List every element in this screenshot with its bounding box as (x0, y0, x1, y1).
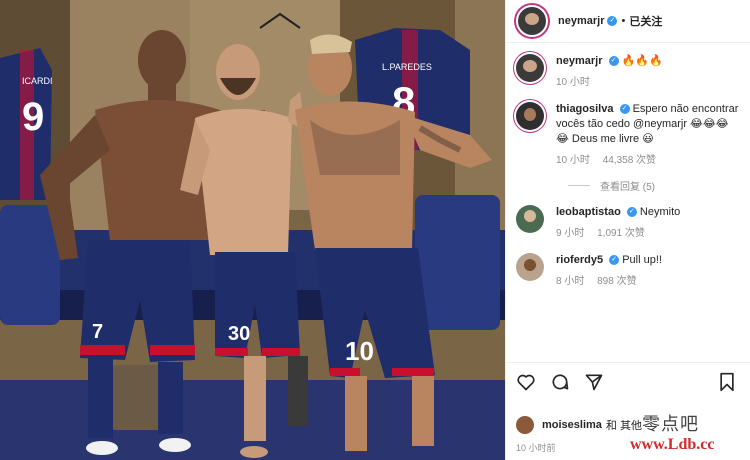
view-replies-button[interactable]: 查看回复 (5) (568, 178, 740, 193)
liker-avatar[interactable] (516, 416, 534, 434)
share-icon[interactable] (584, 372, 604, 397)
post-side-panel: neymarjr ✓ • 已关注 neymarjr ✓ 🔥🔥🔥 10 小时 th… (505, 0, 750, 460)
comment-text: Neymito (639, 206, 681, 218)
verified-icon: ✓ (626, 207, 637, 218)
jersey-number-left: 9 (22, 95, 44, 139)
liker-username[interactable]: moiseslima (542, 419, 602, 431)
comments-list[interactable]: neymarjr ✓ 🔥🔥🔥 10 小时 thiagosilva ✓ Esper… (506, 42, 750, 362)
comment-time[interactable]: 10 小时 (556, 155, 590, 166)
short-number-left: 7 (92, 321, 103, 343)
header-avatar[interactable] (516, 5, 548, 37)
comment-item: leobaptistao ✓ Neymito 9 小时 1,091 次赞 (516, 205, 740, 241)
bookmark-icon[interactable] (718, 372, 736, 397)
follow-state-button[interactable]: 已关注 (629, 13, 662, 29)
short-number-middle: 30 (228, 323, 250, 345)
verified-icon: ✓ (607, 16, 618, 26)
comment-username[interactable]: rioferdy5 (556, 254, 603, 266)
comment-text: Pull up!! (622, 254, 662, 266)
comment-username[interactable]: thiagosilva (556, 103, 613, 115)
header-dot: • (621, 15, 626, 27)
post-actions (506, 362, 750, 406)
post-header: neymarjr ✓ • 已关注 (506, 0, 750, 43)
jersey-name-right: L.PAREDES (382, 62, 432, 72)
caption-item: neymarjr ✓ 🔥🔥🔥 10 小时 (516, 54, 740, 90)
instagram-post-view: ICARDI 9 L.PAREDES 8 7 30 10 neymarjr ✓ … (0, 0, 750, 460)
comment-avatar[interactable] (516, 253, 544, 281)
comment-time[interactable]: 9 小时 (556, 228, 584, 239)
comment-username[interactable]: leobaptistao (556, 206, 621, 218)
comment-icon[interactable] (550, 372, 570, 397)
comment-likes[interactable]: 44,358 次赞 (603, 155, 656, 166)
comment-likes[interactable]: 1,091 次赞 (597, 228, 645, 239)
comment-time[interactable]: 8 小时 (556, 276, 584, 287)
caption-username[interactable]: neymarjr (556, 55, 602, 67)
comment-item: rioferdy5 ✓ Pull up!! 8 小时 898 次赞 (516, 253, 740, 289)
caption-text: 🔥🔥🔥 (621, 55, 663, 67)
heart-icon[interactable] (516, 372, 536, 397)
short-number-right: 10 (345, 336, 374, 366)
photo-illustration: ICARDI 9 L.PAREDES 8 7 30 10 (0, 0, 505, 460)
post-photo[interactable]: ICARDI 9 L.PAREDES 8 7 30 10 (0, 0, 505, 460)
comment-likes[interactable]: 898 次赞 (597, 276, 636, 287)
watermark-url: www.Ldb.cc (630, 436, 715, 453)
caption-time[interactable]: 10 小时 (556, 77, 590, 88)
verified-icon: ✓ (619, 104, 630, 115)
comment-item: thiagosilva ✓ Espero não encontrar vocês… (516, 102, 740, 168)
comment-avatar[interactable] (516, 205, 544, 233)
replies-divider (568, 185, 590, 186)
verified-icon: ✓ (609, 255, 620, 266)
verified-icon: ✓ (608, 56, 619, 67)
jersey-name-left: ICARDI (22, 76, 53, 86)
view-replies-label: 查看回复 (5) (600, 182, 655, 193)
header-username[interactable]: neymarjr (558, 15, 604, 27)
caption-avatar[interactable] (516, 54, 544, 82)
post-timestamp[interactable]: 10 小时前 (516, 441, 556, 454)
watermark-logo: 零点吧 (642, 414, 699, 435)
likes-text: 和 其他 (605, 420, 642, 432)
comment-avatar[interactable] (516, 102, 544, 130)
